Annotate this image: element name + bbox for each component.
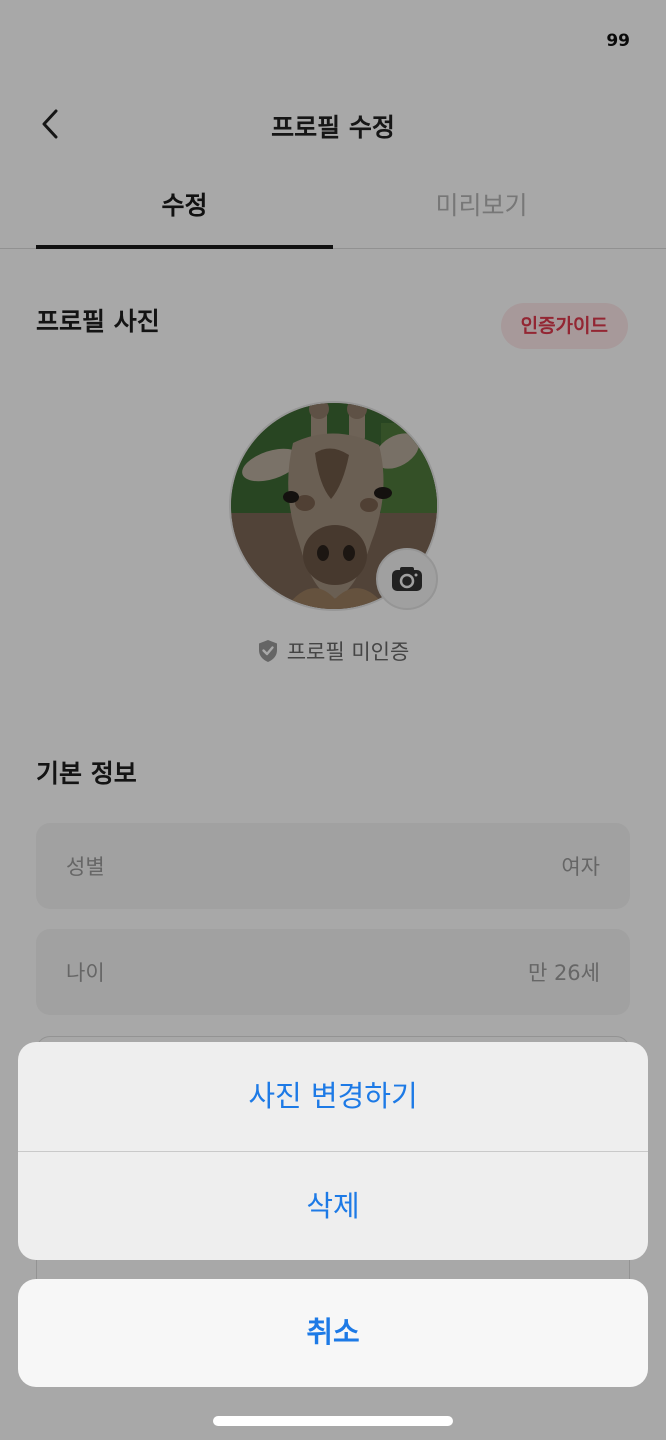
- cancel-button[interactable]: 취소: [18, 1279, 648, 1387]
- change-photo-action[interactable]: 사진 변경하기: [18, 1042, 648, 1150]
- home-indicator: [213, 1416, 453, 1426]
- edit-profile-screen: 5:21 99 프로필 수정 수정 미리보기 프로필 사진 인증가이드 프로필 …: [0, 0, 666, 1440]
- delete-photo-action[interactable]: 삭제: [18, 1152, 648, 1260]
- action-sheet: 사진 변경하기 삭제: [18, 1042, 648, 1260]
